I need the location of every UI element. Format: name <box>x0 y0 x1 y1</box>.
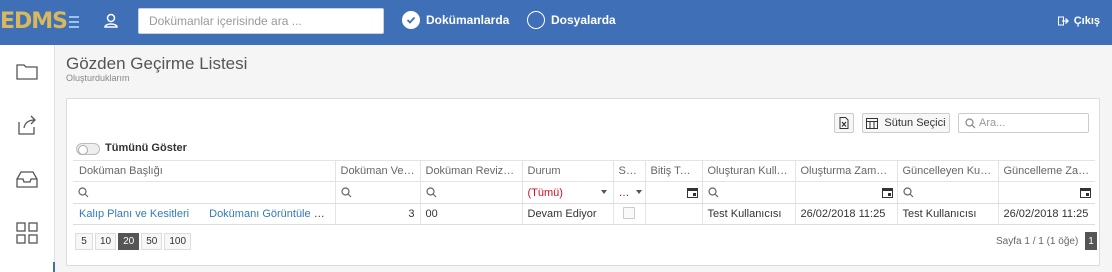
filter-ordered-select[interactable]: … <box>613 181 646 204</box>
page-number-button[interactable]: 1 <box>1085 232 1097 250</box>
column-header-updated-at[interactable]: Güncelleme Zamanı <box>998 160 1095 182</box>
folder-icon[interactable] <box>15 59 39 83</box>
filter-row: (Tümü) … <box>73 181 1095 204</box>
ordered-checkbox[interactable] <box>623 206 635 219</box>
filter-updated-at[interactable] <box>998 181 1095 204</box>
logout-icon <box>1057 16 1069 26</box>
search-icon <box>340 187 351 198</box>
cell-status: Devam Ediyor <box>522 203 614 225</box>
view-document-link[interactable]: Dokümanı Görüntüle <box>209 208 311 220</box>
grid-search <box>958 113 1089 133</box>
chevron-down-icon <box>635 190 642 194</box>
search-icon <box>965 118 976 129</box>
column-header-title[interactable]: Doküman Başlığı <box>73 160 336 182</box>
show-all-label: Tümünü Göster <box>105 142 187 154</box>
search-icon <box>707 187 718 198</box>
cell-created-by: Test Kullanıcısı <box>702 203 796 225</box>
column-header-created-by[interactable]: Oluşturan Kullanıcı <box>702 160 796 182</box>
cell-updated-by: Test Kullanıcısı <box>897 203 999 225</box>
scope-folders-label: Dosyalarda <box>551 13 616 27</box>
column-header-updated-by[interactable]: Güncelleyen Kulanıcı <box>897 160 999 182</box>
cell-created-at: 26/02/2018 11:25 <box>795 203 898 225</box>
cell-updated-at: 26/02/2018 11:25 <box>998 203 1095 225</box>
column-header-end-date[interactable]: Bitiş Tarihi <box>645 160 703 182</box>
user-icon[interactable] <box>102 12 120 30</box>
page-size-selector: 5 10 20 50 100 <box>75 233 193 250</box>
sidebar <box>0 45 55 272</box>
page-size-20[interactable]: 20 <box>118 233 140 250</box>
column-header-version[interactable]: Doküman Versiyon <box>335 160 421 182</box>
page-title: Gözden Geçirme Listesi <box>66 54 248 73</box>
scope-documents-radio[interactable]: Dokümanlarda <box>402 11 509 29</box>
table-header-row: Doküman Başlığı Doküman Versiyon Doküman… <box>73 160 1095 182</box>
grid-search-input[interactable] <box>979 116 1084 130</box>
page-info: Sayfa 1 / 1 (1 öğe) <box>996 236 1079 247</box>
cell-version: 3 <box>335 203 421 225</box>
share-export-icon[interactable] <box>15 113 39 137</box>
chevron-down-icon <box>600 190 607 194</box>
hamburger-menu-icon[interactable] <box>67 13 81 31</box>
filter-version[interactable] <box>335 181 421 204</box>
document-search-input[interactable] <box>138 8 384 34</box>
grid-panel: Sütun Seçici Tümünü Göster Doküman Başlı… <box>66 98 1100 266</box>
top-bar: EDMS Dokümanlarda Dosyalarda Çıkış <box>0 0 1112 45</box>
search-icon <box>902 187 913 198</box>
filter-created-by[interactable] <box>702 181 796 204</box>
calendar-icon <box>881 188 893 198</box>
radio-unchecked-icon <box>527 11 545 29</box>
page-size-100[interactable]: 100 <box>164 233 192 250</box>
filter-status-select[interactable]: (Tümü) <box>522 181 614 204</box>
scope-folders-radio[interactable]: Dosyalarda <box>527 11 616 29</box>
radio-checked-icon <box>402 11 420 29</box>
cell-ordered <box>613 203 646 225</box>
column-chooser-button[interactable]: Sütun Seçici <box>862 113 950 133</box>
review-list-table: Doküman Başlığı Doküman Versiyon Doküman… <box>73 160 1095 225</box>
show-all-toggle[interactable] <box>76 143 100 155</box>
search-icon <box>425 187 436 198</box>
calendar-icon <box>1080 188 1091 198</box>
column-header-revision[interactable]: Doküman Revizyonu <box>420 160 523 182</box>
filter-updated-by[interactable] <box>897 181 999 204</box>
column-chooser-icon <box>866 117 879 129</box>
sidebar-active-indicator <box>53 262 55 272</box>
page-size-5[interactable]: 5 <box>75 233 93 250</box>
page-subtitle: Oluşturduklarım <box>66 73 130 83</box>
filter-status-value: (Tümü) <box>527 186 563 199</box>
inbox-icon[interactable] <box>15 167 39 191</box>
scope-documents-label: Dokümanlarda <box>426 13 510 27</box>
calendar-icon <box>686 188 698 198</box>
page-size-50[interactable]: 50 <box>141 233 163 250</box>
column-header-created-at-label: Oluşturma Zamanı <box>800 165 892 177</box>
edit-link[interactable]: Düzenle <box>322 205 334 223</box>
filter-created-at[interactable] <box>795 181 898 204</box>
column-header-ordered[interactable]: Sıralı <box>613 160 646 182</box>
filter-end-date[interactable] <box>645 181 703 204</box>
column-header-created-at[interactable]: Oluşturma Zamanı ↓ <box>795 160 898 182</box>
page-size-10[interactable]: 10 <box>95 233 117 250</box>
app-logo[interactable]: EDMS <box>0 9 68 34</box>
excel-export-button[interactable] <box>834 113 854 133</box>
cell-revision: 00 <box>420 203 523 225</box>
search-icon <box>78 187 89 198</box>
logout-label: Çıkış <box>1073 15 1100 27</box>
cell-title: Kalıp Planı ve Kesitleri Dokümanı Görünt… <box>73 203 336 225</box>
column-header-status[interactable]: Durum <box>522 160 614 182</box>
document-title-link[interactable]: Kalıp Planı ve Kesitleri <box>79 208 189 220</box>
filter-ordered-value: … <box>618 186 630 199</box>
table-row: Kalıp Planı ve Kesitleri Dokümanı Görünt… <box>73 203 1095 225</box>
link-separator: | <box>316 208 320 220</box>
filter-title[interactable] <box>73 181 336 204</box>
grid-apps-icon[interactable] <box>15 221 39 245</box>
filter-revision[interactable] <box>420 181 523 204</box>
cell-end-date <box>645 203 703 225</box>
excel-export-icon <box>839 117 849 129</box>
column-chooser-label: Sütun Seçici <box>884 117 946 129</box>
logout-button[interactable]: Çıkış <box>1057 15 1100 27</box>
